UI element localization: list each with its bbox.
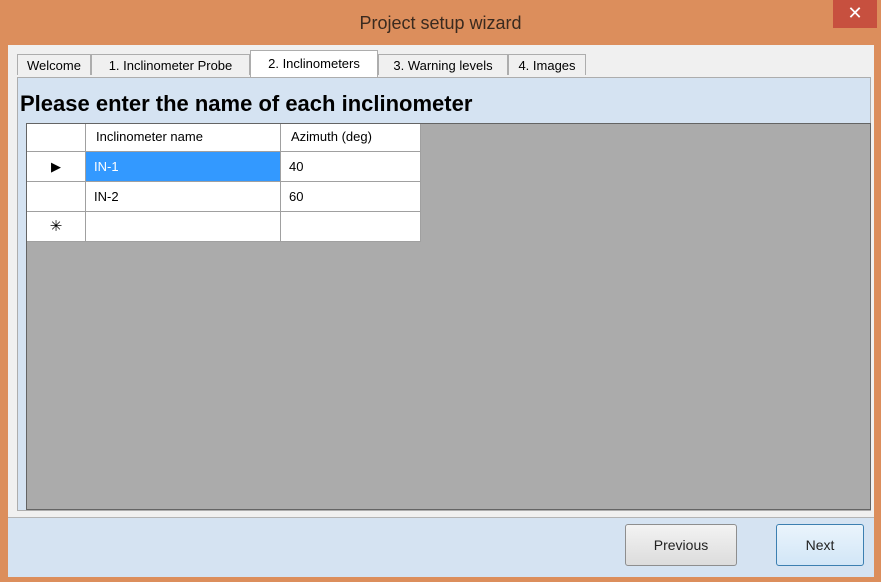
close-icon[interactable]: ✕ bbox=[833, 0, 877, 28]
wizard-window: Project setup wizard ✕ Welcome 1. Inclin… bbox=[0, 0, 881, 582]
grid-corner-header[interactable] bbox=[27, 124, 86, 152]
cell-inclinometer-name[interactable]: IN-2 bbox=[86, 182, 281, 212]
tab-inclinometer-probe[interactable]: 1. Inclinometer Probe bbox=[91, 54, 250, 75]
tab-welcome[interactable]: Welcome bbox=[17, 54, 91, 75]
row-header[interactable] bbox=[27, 182, 86, 212]
previous-button[interactable]: Previous bbox=[625, 524, 737, 566]
window-title: Project setup wizard bbox=[359, 13, 522, 33]
title-bar[interactable]: Project setup wizard ✕ bbox=[0, 0, 881, 45]
next-button[interactable]: Next bbox=[776, 524, 864, 566]
row-header-new-row-icon[interactable]: ✳ bbox=[27, 212, 86, 242]
column-header-inclinometer-name[interactable]: Inclinometer name bbox=[86, 124, 281, 152]
cell-azimuth[interactable]: 60 bbox=[281, 182, 421, 212]
tab-inclinometers[interactable]: 2. Inclinometers bbox=[250, 50, 378, 77]
page-heading: Please enter the name of each inclinomet… bbox=[20, 91, 473, 116]
tab-strip: Welcome 1. Inclinometer Probe 2. Inclino… bbox=[8, 45, 874, 77]
tab-images[interactable]: 4. Images bbox=[508, 54, 586, 75]
cell-azimuth[interactable]: 40 bbox=[281, 152, 421, 182]
inclinometer-grid[interactable]: Inclinometer name Azimuth (deg) ▶ IN-1 4… bbox=[26, 123, 871, 510]
tab-warning-levels[interactable]: 3. Warning levels bbox=[378, 54, 508, 75]
wizard-client-area: Welcome 1. Inclinometer Probe 2. Inclino… bbox=[8, 45, 874, 577]
column-header-azimuth[interactable]: Azimuth (deg) bbox=[281, 124, 421, 152]
cell-inclinometer-name[interactable]: IN-1 bbox=[86, 152, 281, 182]
cell-azimuth-new[interactable] bbox=[281, 212, 421, 242]
button-bar bbox=[8, 517, 874, 577]
row-header-current-icon[interactable]: ▶ bbox=[27, 152, 86, 182]
cell-inclinometer-name-new[interactable] bbox=[86, 212, 281, 242]
